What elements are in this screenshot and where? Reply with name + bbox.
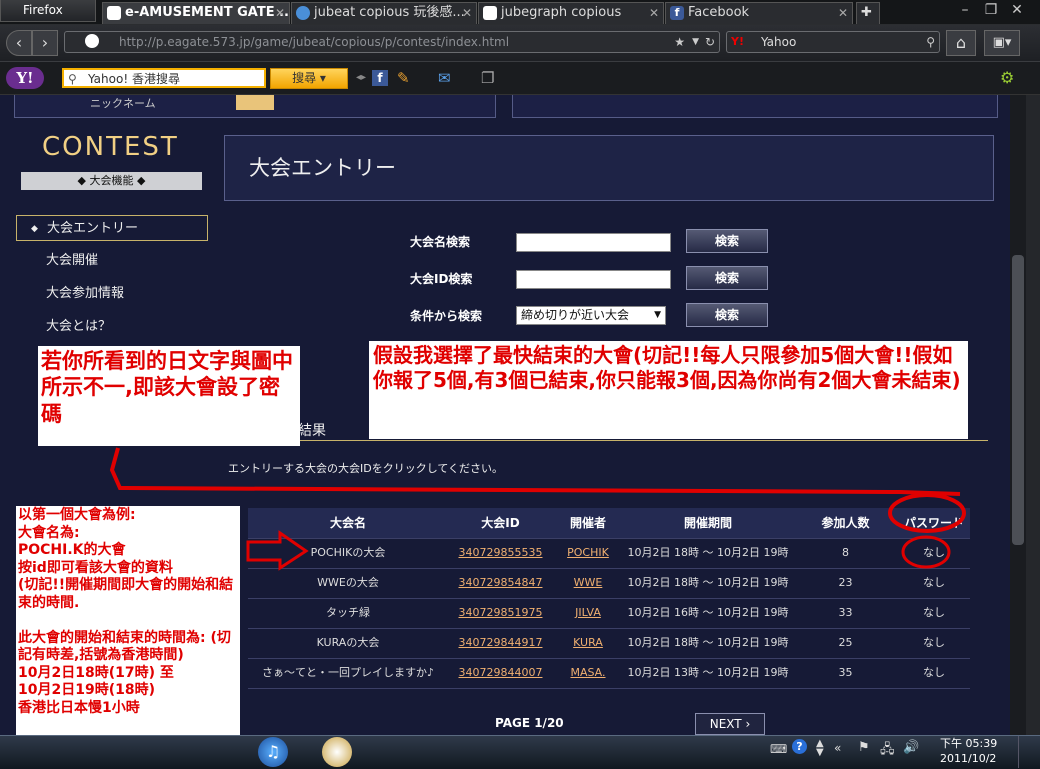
media-disc-icon[interactable]: [322, 737, 352, 767]
connector-line: [109, 447, 961, 496]
annotation-selection-note: 假設我選擇了最快結束的大會(切記!!每人只限參加5個大會!!假如你報了5個,有3…: [369, 341, 968, 439]
scrollbar-thumb[interactable]: [1012, 255, 1024, 545]
keyboard-icon[interactable]: ⌨: [770, 742, 787, 756]
password-column-circle: [888, 493, 966, 533]
itunes-icon[interactable]: ♫: [258, 737, 288, 767]
annotation-example-note: 以第一個大會為例: 大會名為: POCHI.K的大會 按id即可看該大會的資料 …: [16, 506, 240, 768]
tray-expand-icon[interactable]: ▲ ▼: [816, 739, 824, 758]
clock-time[interactable]: 下午 05:39: [940, 735, 997, 751]
window-right-edge: [1026, 95, 1040, 735]
annotation-password-note: 若你所看到的日文字與圖中所示不一,即該大會設了密碼: [38, 346, 300, 446]
volume-icon[interactable]: 🔊: [903, 740, 919, 755]
flag-icon[interactable]: ⚑: [858, 740, 870, 755]
network-icon[interactable]: 🖧: [880, 740, 895, 762]
clock-date[interactable]: 2011/10/2: [940, 752, 996, 765]
tray-chevron-icon[interactable]: «: [834, 741, 841, 755]
password-value-circle: [901, 535, 951, 569]
arrow-right-icon: [246, 530, 309, 571]
show-desktop-button[interactable]: [1018, 736, 1040, 768]
help-icon[interactable]: ?: [792, 739, 807, 754]
